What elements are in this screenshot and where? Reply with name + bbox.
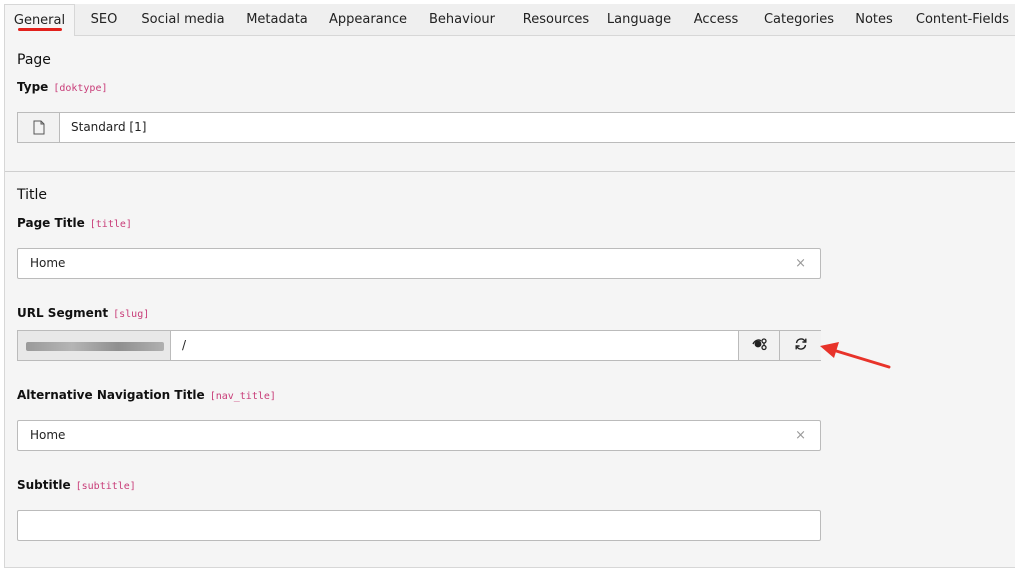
document-icon <box>18 113 60 142</box>
tab-general[interactable]: General <box>4 4 75 37</box>
url-prefix-redacted <box>26 342 164 351</box>
url-segment-input[interactable]: / <box>182 331 186 360</box>
url-segment-group: / <box>17 330 821 361</box>
nav-title-label-text: Alternative Navigation Title <box>17 388 205 402</box>
type-select[interactable]: Standard [1] <box>17 112 1015 143</box>
tab-access[interactable]: Access <box>688 4 744 36</box>
subtitle-label: Subtitle [subtitle] <box>17 478 136 492</box>
url-segment-label-text: URL Segment <box>17 306 109 320</box>
clear-icon[interactable]: × <box>795 421 806 450</box>
section-divider <box>5 171 1015 172</box>
tab-language[interactable]: Language <box>601 4 677 36</box>
tab-content-fields[interactable]: Content-Fields <box>910 4 1015 36</box>
toggle-manual-edit-icon <box>751 336 768 355</box>
page-title-label: Page Title [title] <box>17 216 132 230</box>
tab-behaviour[interactable]: Behaviour <box>423 4 501 36</box>
tab-social-media[interactable]: Social media <box>138 4 228 36</box>
subtitle-field-code: [subtitle] <box>75 481 136 492</box>
type-select-value: Standard [1] <box>71 120 147 134</box>
tab-label: General <box>13 13 66 28</box>
page-title-label-text: Page Title <box>17 216 85 230</box>
type-label: Type [doktype] <box>17 80 108 94</box>
toggle-manual-edit-button[interactable] <box>738 331 780 360</box>
page-title-value: Home <box>30 256 66 270</box>
tab-notes[interactable]: Notes <box>849 4 899 36</box>
section-heading-page: Page <box>17 52 51 68</box>
type-field-code: [doktype] <box>53 83 108 94</box>
tab-resources[interactable]: Resources <box>513 4 599 36</box>
nav-title-value: Home <box>30 428 66 442</box>
recalculate-slug-icon <box>794 336 808 355</box>
subtitle-input[interactable] <box>17 510 821 541</box>
tab-categories[interactable]: Categories <box>756 4 842 36</box>
annotation-arrow-icon <box>820 342 891 369</box>
tab-metadata[interactable]: Metadata <box>241 4 313 36</box>
url-prefix <box>18 331 171 360</box>
url-segment-field-code: [slug] <box>113 309 150 320</box>
clear-icon[interactable]: × <box>795 249 806 278</box>
section-heading-title: Title <box>17 187 48 203</box>
url-segment-label: URL Segment [slug] <box>17 306 149 320</box>
tab-bar: General SEO Social media Metadata Appear… <box>4 4 1015 37</box>
page-title-field-code: [title] <box>89 219 132 230</box>
subtitle-label-text: Subtitle <box>17 478 71 492</box>
nav-title-label: Alternative Navigation Title [nav_title] <box>17 388 276 402</box>
active-tab-indicator <box>18 28 62 31</box>
nav-title-field-code: [nav_title] <box>209 391 276 402</box>
tab-seo[interactable]: SEO <box>82 4 126 36</box>
page-title-input[interactable]: Home × <box>17 248 821 279</box>
tab-appearance[interactable]: Appearance <box>325 4 411 36</box>
nav-title-input[interactable]: Home × <box>17 420 821 451</box>
type-label-text: Type <box>17 80 49 94</box>
